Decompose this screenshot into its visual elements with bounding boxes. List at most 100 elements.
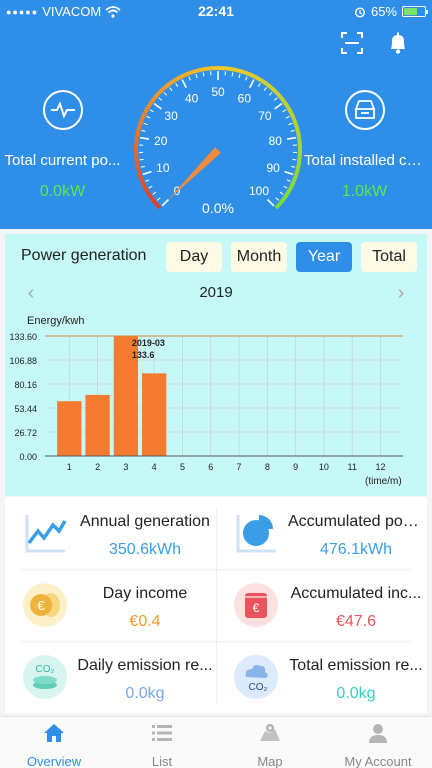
chart-x-tick-label: 9 — [293, 462, 298, 472]
gauge-arc-segment — [282, 100, 290, 109]
selected-year: 2019 — [199, 284, 233, 301]
gauge-tick — [141, 129, 146, 132]
annual-generation-cell[interactable]: Annual generation 350.6kWh — [5, 497, 216, 569]
gauge-tick-label: 90 — [266, 161, 280, 175]
gauge-arc-segment — [242, 70, 251, 77]
chart-annotation-label: 2019-03 — [132, 338, 165, 348]
tab-my-account[interactable]: My Account — [324, 717, 432, 768]
stat-value: 476.1kWh — [319, 541, 393, 558]
gauge-arc-segment — [291, 117, 298, 126]
gauge-tick — [291, 165, 296, 168]
gauge-arc-segment — [295, 162, 301, 170]
tab-map[interactable]: Map — [216, 717, 324, 768]
gauge-arc-segment — [286, 186, 293, 194]
gauge-tick — [188, 76, 191, 81]
gauge-tick — [282, 109, 287, 113]
gauge-tick-label: 10 — [156, 161, 170, 175]
daily-emission-cell[interactable]: CO₂ Daily emission re... 0.0kg — [5, 641, 216, 713]
chart-annotation-value: 133.6 — [132, 350, 155, 360]
chevron-right-icon[interactable]: › — [393, 283, 409, 304]
stat-value: €47.6 — [335, 613, 377, 630]
gauge-arc-segment — [179, 72, 188, 79]
svg-text:€: € — [37, 598, 45, 613]
gauge-tick — [273, 97, 278, 101]
gauge-tick-label: 80 — [269, 134, 283, 148]
stat-label: Accumulated pow... — [288, 513, 424, 530]
period-total-button[interactable]: Total — [361, 242, 417, 272]
tab-label: Overview — [26, 754, 82, 768]
chart-x-tick-label: 1 — [67, 462, 72, 472]
gauge-tick — [146, 115, 151, 119]
gauge-tick — [279, 191, 284, 195]
accumulated-power-cell[interactable]: Accumulated pow... 476.1kWh — [216, 497, 427, 569]
gauge-arc-segment — [163, 82, 171, 90]
co2-cloud-icon: CO₂ — [234, 655, 278, 699]
stat-label: Total emission re... — [289, 657, 423, 674]
gauge-arc-segment — [282, 191, 290, 200]
gauge-tick — [263, 87, 267, 92]
gauge-arc-segment — [289, 180, 296, 189]
gauge-arc-segment — [274, 90, 282, 99]
gauge-arc-segment — [143, 186, 150, 194]
gauge-arc-segment — [150, 95, 158, 103]
status-bar: ●●●●● VIVACOM 22:41 65% — [0, 0, 432, 24]
map-icon — [260, 724, 280, 741]
total-emission-cell[interactable]: CO₂ Total emission re... 0.0kg — [216, 641, 427, 713]
tab-label: List — [151, 754, 173, 768]
gauge-tick — [290, 129, 295, 132]
gauge-percent: 0.0% — [202, 200, 234, 216]
gauge-arc-segment — [134, 136, 139, 144]
gauge-arc-segment — [269, 86, 278, 94]
stat-value: 350.6kWh — [108, 541, 182, 558]
accumulated-income-cell[interactable]: € Accumulated inc... €47.6 — [216, 569, 427, 641]
tab-label: My Account — [344, 754, 412, 768]
gauge-tick — [153, 102, 162, 110]
co2-coins-icon: CO₂ — [23, 655, 67, 699]
generation-bar-chart: Energy/kwh 133.60 106.88 80.16 53.44 26.72 0.0… — [9, 315, 403, 487]
gauge-arc-segment — [135, 130, 141, 138]
tab-overview[interactable]: Overview — [0, 717, 108, 768]
tab-list[interactable]: List — [108, 717, 216, 768]
gauge-arc-segment — [136, 168, 142, 176]
gauge-arc-segment — [230, 67, 238, 73]
gauge-tick — [195, 73, 198, 79]
installed-capacity-label: Total installed ca... — [304, 152, 427, 169]
gauge-arc-segment — [294, 124, 300, 132]
chart-bar — [57, 401, 82, 456]
gauge-tick — [175, 83, 179, 87]
chart-y-tick-label: 26.72 — [14, 428, 37, 438]
gauge-arc-segment — [135, 162, 141, 170]
stat-label: Day income — [102, 585, 188, 602]
gauge-arc-segment — [158, 86, 167, 94]
gauge-arc-segment — [174, 75, 182, 82]
gauge-tick — [257, 83, 261, 87]
svg-text:CO₂: CO₂ — [36, 664, 55, 675]
gauge-arc-segment — [134, 156, 139, 164]
gauge-tick — [139, 136, 149, 140]
gauge-arc-segment — [146, 100, 154, 109]
gauge-needle — [167, 147, 221, 201]
period-month-button[interactable]: Month — [231, 242, 287, 272]
gauge-arc-segment — [291, 174, 298, 183]
period-day-button[interactable]: Day — [166, 242, 222, 272]
panel-icon — [344, 90, 385, 130]
chart-x-tick-label: 6 — [208, 462, 213, 472]
bell-icon[interactable] — [385, 30, 411, 56]
gauge-arc-segment — [254, 75, 262, 82]
power-generation-panel: Power generation Day Month Year Total ‹ … — [5, 234, 427, 496]
gauge-tick — [268, 92, 273, 96]
gauge-tick-label: 20 — [154, 134, 168, 148]
gauge-arc-segment — [150, 197, 158, 205]
gauge-tick — [245, 76, 248, 81]
period-year-button[interactable]: Year — [296, 242, 352, 272]
gauge-tick — [231, 72, 234, 77]
gauge-arc-segment — [168, 78, 177, 86]
gauge-tick — [287, 136, 297, 140]
installed-capacity-value: 1.0kW — [341, 183, 388, 200]
gauge-arc-segment — [286, 106, 293, 114]
chart-x-tick-label: 11 — [348, 462, 357, 472]
scan-icon[interactable] — [339, 30, 365, 56]
day-income-cell[interactable]: € Day income €0.4 — [5, 569, 216, 641]
pie-chart-icon — [236, 515, 276, 553]
gauge-arc-segment — [295, 130, 301, 138]
